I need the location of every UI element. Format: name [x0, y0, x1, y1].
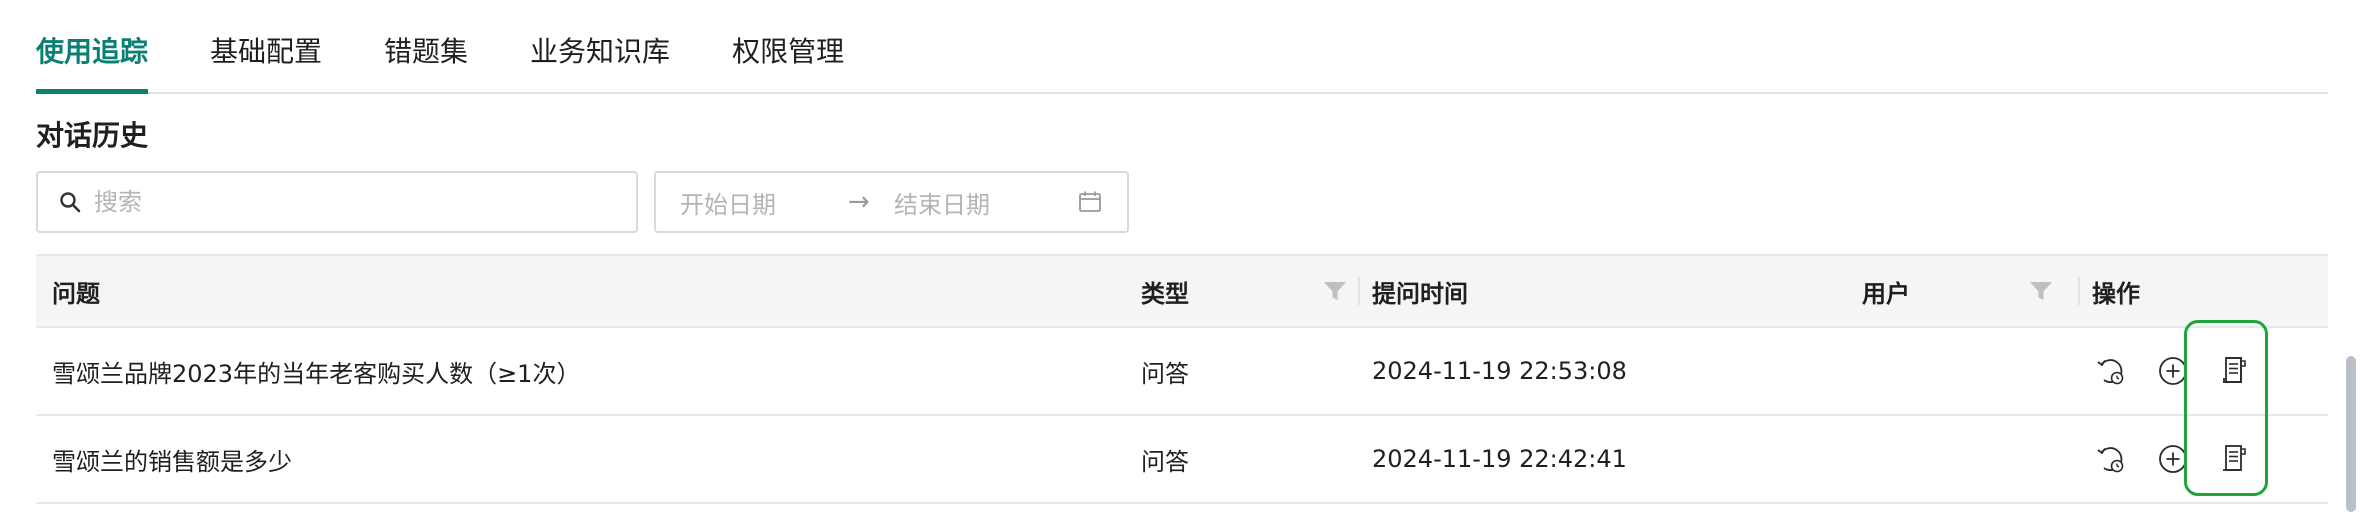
- cell-type: 问答: [1141, 359, 1189, 388]
- cell-time: 2024-11-19 22:42:41: [1372, 445, 1627, 473]
- search-icon: [60, 192, 81, 213]
- header-type: 类型: [1141, 274, 1372, 309]
- add-circle-icon[interactable]: [2156, 442, 2190, 476]
- tab-permissions[interactable]: 权限管理: [732, 30, 844, 92]
- start-date-input[interactable]: 开始日期: [680, 185, 848, 220]
- table-row: 雪颂兰品牌2023年的当年老客购买人数（≥1次） 问答 2024-11-19 2…: [36, 328, 2328, 416]
- table-header: 问题 类型 提问时间 用户 操作: [36, 254, 2328, 328]
- rerun-clock-icon[interactable]: [2094, 354, 2128, 388]
- tab-error-set[interactable]: 错题集: [384, 30, 468, 92]
- end-date-input[interactable]: 结束日期: [894, 185, 1070, 220]
- tab-basic-config[interactable]: 基础配置: [210, 30, 322, 92]
- tab-usage-tracking[interactable]: 使用追踪: [36, 30, 149, 94]
- tab-bar: 使用追踪 基础配置 错题集 业务知识库 权限管理: [36, 0, 2328, 94]
- document-log-icon[interactable]: [2218, 354, 2252, 388]
- search-box[interactable]: [36, 171, 638, 233]
- rerun-clock-icon[interactable]: [2094, 442, 2128, 476]
- cell-time: 2024-11-19 22:53:08: [1372, 357, 1627, 385]
- filter-icon[interactable]: [2028, 278, 2054, 304]
- tab-knowledge-base[interactable]: 业务知识库: [530, 30, 670, 92]
- header-user: 用户: [1862, 274, 2092, 309]
- add-circle-icon[interactable]: [2156, 354, 2190, 388]
- search-input[interactable]: [94, 188, 594, 216]
- header-ops: 操作: [2078, 274, 2328, 309]
- calendar-icon[interactable]: [1077, 189, 1103, 215]
- cell-type: 问答: [1141, 447, 1189, 476]
- range-arrow: →: [848, 187, 870, 217]
- header-question: 问题: [52, 279, 100, 308]
- header-time: 提问时间: [1358, 274, 1862, 309]
- table-row: 雪颂兰的销售额是多少 问答 2024-11-19 22:42:41: [36, 416, 2328, 504]
- cell-question: 雪颂兰品牌2023年的当年老客购买人数（≥1次）: [52, 359, 581, 388]
- document-log-icon[interactable]: [2218, 442, 2252, 476]
- page: 使用追踪 基础配置 错题集 业务知识库 权限管理 对话历史 开始日期 → 结束日…: [0, 0, 2360, 512]
- filter-icon[interactable]: [1322, 278, 1348, 304]
- date-range-picker[interactable]: 开始日期 → 结束日期: [654, 171, 1129, 233]
- cell-ops: [2092, 354, 2328, 388]
- scrollbar-thumb[interactable]: [2346, 356, 2356, 512]
- cell-question: 雪颂兰的销售额是多少: [52, 447, 292, 476]
- section-title: 对话历史: [36, 119, 149, 152]
- header-type-label: 类型: [1141, 279, 1189, 308]
- header-user-label: 用户: [1862, 279, 1910, 308]
- history-table: 问题 类型 提问时间 用户 操作 雪颂兰品牌2023年的当年老客购买人数（≥1次…: [36, 254, 2328, 504]
- cell-ops: [2092, 442, 2328, 476]
